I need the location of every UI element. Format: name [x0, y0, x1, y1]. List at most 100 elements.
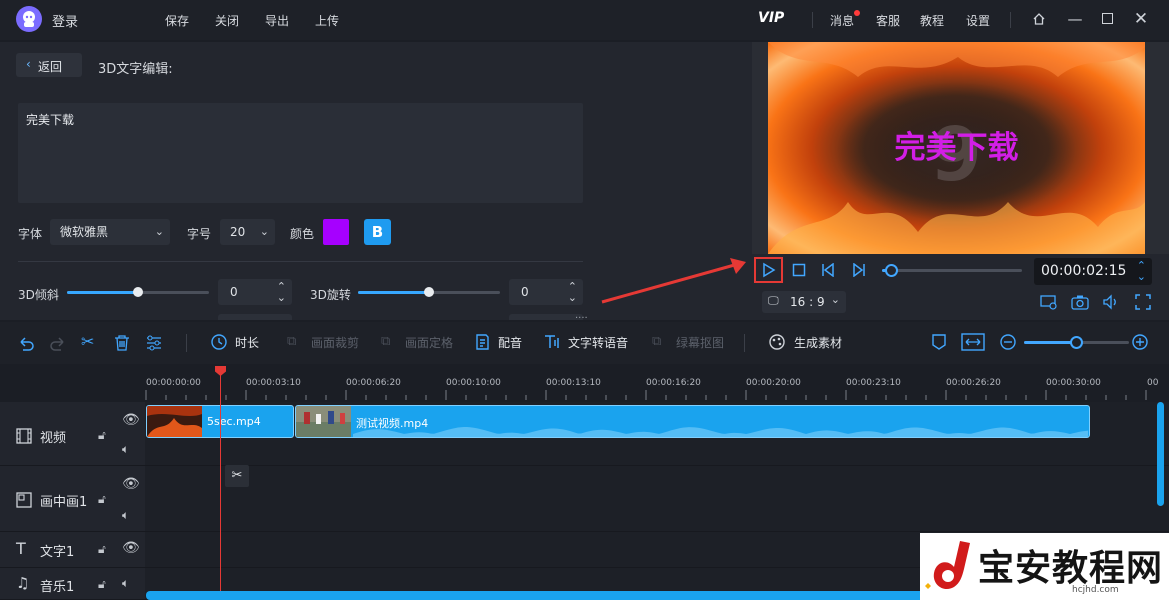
- timecode-display[interactable]: 00:00:02:15 ⌃ ⌄: [1034, 258, 1152, 285]
- screen-settings-icon[interactable]: [1040, 294, 1058, 310]
- split-scissors-icon[interactable]: ✂: [225, 465, 249, 487]
- tilt-slider-knob[interactable]: [133, 287, 143, 297]
- support-link[interactable]: 客服: [876, 12, 900, 29]
- undo-icon[interactable]: [17, 334, 35, 352]
- lock-icon[interactable]: 🔓︎: [98, 428, 106, 443]
- playback-track[interactable]: [882, 269, 1022, 272]
- zoom-in-icon[interactable]: [1131, 333, 1149, 351]
- audio-icon[interactable]: 🔈︎: [122, 442, 129, 457]
- overlay-text[interactable]: 完美下载: [768, 122, 1145, 167]
- menu-upload[interactable]: 上传: [315, 12, 339, 29]
- monitor-icon: 🖵: [768, 294, 779, 307]
- zoom-out-icon[interactable]: [999, 333, 1017, 351]
- video-preview[interactable]: 9 完美下载: [768, 42, 1145, 254]
- crop-icon: ⧉: [287, 334, 297, 349]
- rotate-value-input[interactable]: 0 ⌃ ⌄: [509, 279, 583, 305]
- minimize-icon[interactable]: —: [1064, 8, 1086, 30]
- login-link[interactable]: 登录: [52, 11, 78, 30]
- play-button[interactable]: [754, 257, 783, 283]
- eye-icon[interactable]: 👁︎: [122, 412, 140, 428]
- back-button[interactable]: ‹ 返回: [16, 53, 82, 77]
- stepper-icon[interactable]: ⌃ ⌄: [568, 281, 577, 303]
- tilt-value-input[interactable]: 0 ⌃ ⌄: [218, 279, 292, 305]
- track-name: 画中画1: [40, 495, 88, 510]
- text-to-speech-button[interactable]: 文字转语音: [568, 334, 628, 351]
- stop-icon[interactable]: [792, 263, 806, 277]
- generate-material-button[interactable]: 生成素材: [794, 334, 842, 351]
- dubbing-button[interactable]: 配音: [498, 334, 522, 351]
- chevron-left-icon: ‹: [26, 57, 31, 71]
- marker-icon[interactable]: [931, 333, 947, 351]
- cut-off-input: [509, 314, 583, 320]
- menu-save[interactable]: 保存: [165, 12, 189, 29]
- fit-timeline-icon[interactable]: [961, 333, 985, 351]
- stepper-icon[interactable]: ⌃ ⌄: [277, 281, 286, 303]
- redo-icon[interactable]: [49, 334, 67, 352]
- tilt-label: 3D倾斜: [18, 288, 59, 302]
- duration-button[interactable]: 时长: [235, 334, 259, 351]
- menu-close[interactable]: 关闭: [215, 12, 239, 29]
- picture-in-picture-icon: [16, 492, 32, 508]
- audio-icon[interactable]: 🔈︎: [122, 576, 129, 591]
- color-swatch[interactable]: [323, 219, 349, 245]
- maximize-icon[interactable]: [1096, 8, 1118, 30]
- ruler-tick-label: 00:00:23:10: [846, 378, 901, 388]
- tutorial-link[interactable]: 教程: [920, 12, 944, 29]
- volume-icon[interactable]: [1102, 294, 1120, 310]
- color-label: 颜色: [290, 227, 315, 241]
- clock-icon[interactable]: [210, 333, 228, 351]
- bold-button[interactable]: B: [364, 219, 391, 245]
- video-clip[interactable]: 测试视频.mp4: [295, 405, 1090, 438]
- horizontal-scrollbar[interactable]: [146, 591, 926, 600]
- title-bar: 登录 保存 关闭 导出 上传 VIP 消息 客服 教程 设置 — ✕: [0, 0, 1169, 40]
- more-handle[interactable]: ....: [575, 310, 588, 321]
- green-screen-button[interactable]: 绿幕抠图: [676, 334, 724, 351]
- font-select[interactable]: 微软雅黑 ⌄: [50, 219, 170, 245]
- home-icon[interactable]: [1028, 8, 1050, 30]
- audio-icon[interactable]: 🔈︎: [122, 508, 129, 523]
- time-ruler[interactable]: 00:00:00:00 00:00:03:10 00:00:06:20 00:00:1…: [145, 366, 1169, 402]
- rotate-label: 3D旋转: [310, 288, 351, 302]
- ruler-tick-label: 00:00:13:10: [546, 378, 601, 388]
- zoom-slider-knob[interactable]: [1070, 336, 1083, 349]
- lock-icon[interactable]: 🔓︎: [98, 542, 106, 557]
- scissors-icon[interactable]: ✂: [81, 332, 94, 351]
- freeze-frame-button[interactable]: 画面定格: [405, 334, 453, 351]
- close-icon[interactable]: ✕: [1130, 8, 1152, 30]
- track-header-video: 视频 🔓︎ 👁︎ 🔈︎: [0, 402, 145, 466]
- size-select[interactable]: 20 ⌄: [220, 219, 275, 245]
- ruler-header: [0, 366, 145, 402]
- fullscreen-icon[interactable]: [1135, 294, 1151, 310]
- tilt-value: 0: [230, 285, 238, 299]
- text-to-speech-icon[interactable]: [543, 333, 561, 351]
- crop-button[interactable]: 画面裁剪: [311, 334, 359, 351]
- snapshot-icon[interactable]: [1071, 294, 1089, 310]
- prev-frame-icon[interactable]: [821, 263, 835, 277]
- eye-icon[interactable]: 👁︎: [122, 476, 140, 492]
- aspect-ratio-select[interactable]: 🖵 16 : 9 ⌄: [762, 291, 846, 313]
- menu-export[interactable]: 导出: [265, 12, 289, 29]
- dubbing-icon[interactable]: [474, 333, 490, 351]
- eye-icon[interactable]: 👁︎: [122, 540, 140, 556]
- settings-link[interactable]: 设置: [966, 12, 990, 29]
- generate-material-icon[interactable]: [768, 333, 786, 351]
- rotate-slider-knob[interactable]: [424, 287, 434, 297]
- freeze-frame-icon: ⧉: [381, 334, 391, 349]
- vip-badge[interactable]: VIP: [758, 10, 784, 26]
- track-pip[interactable]: [145, 466, 1169, 532]
- playback-knob[interactable]: [885, 264, 899, 277]
- text-input-area[interactable]: 完美下载: [18, 103, 583, 203]
- size-label: 字号: [187, 227, 212, 241]
- lock-icon[interactable]: 🔓︎: [98, 492, 106, 507]
- messages-link[interactable]: 消息: [830, 12, 854, 29]
- lock-icon[interactable]: 🔓︎: [98, 577, 106, 592]
- adjust-icon[interactable]: [145, 334, 163, 352]
- text-input-value: 完美下载: [26, 113, 75, 127]
- vertical-scrollbar[interactable]: [1157, 402, 1164, 506]
- ruler-tick-label: 00:00:03:10: [246, 378, 301, 388]
- ruler-tick-label: 00:00:10:00: [446, 378, 501, 388]
- next-frame-icon[interactable]: [852, 263, 866, 277]
- playback-controls: 00:00:02:15 ⌃ ⌄ 🖵 16 : 9 ⌄: [752, 254, 1169, 320]
- stepper-icon[interactable]: ⌃ ⌄: [1137, 260, 1146, 282]
- delete-icon[interactable]: [113, 334, 131, 352]
